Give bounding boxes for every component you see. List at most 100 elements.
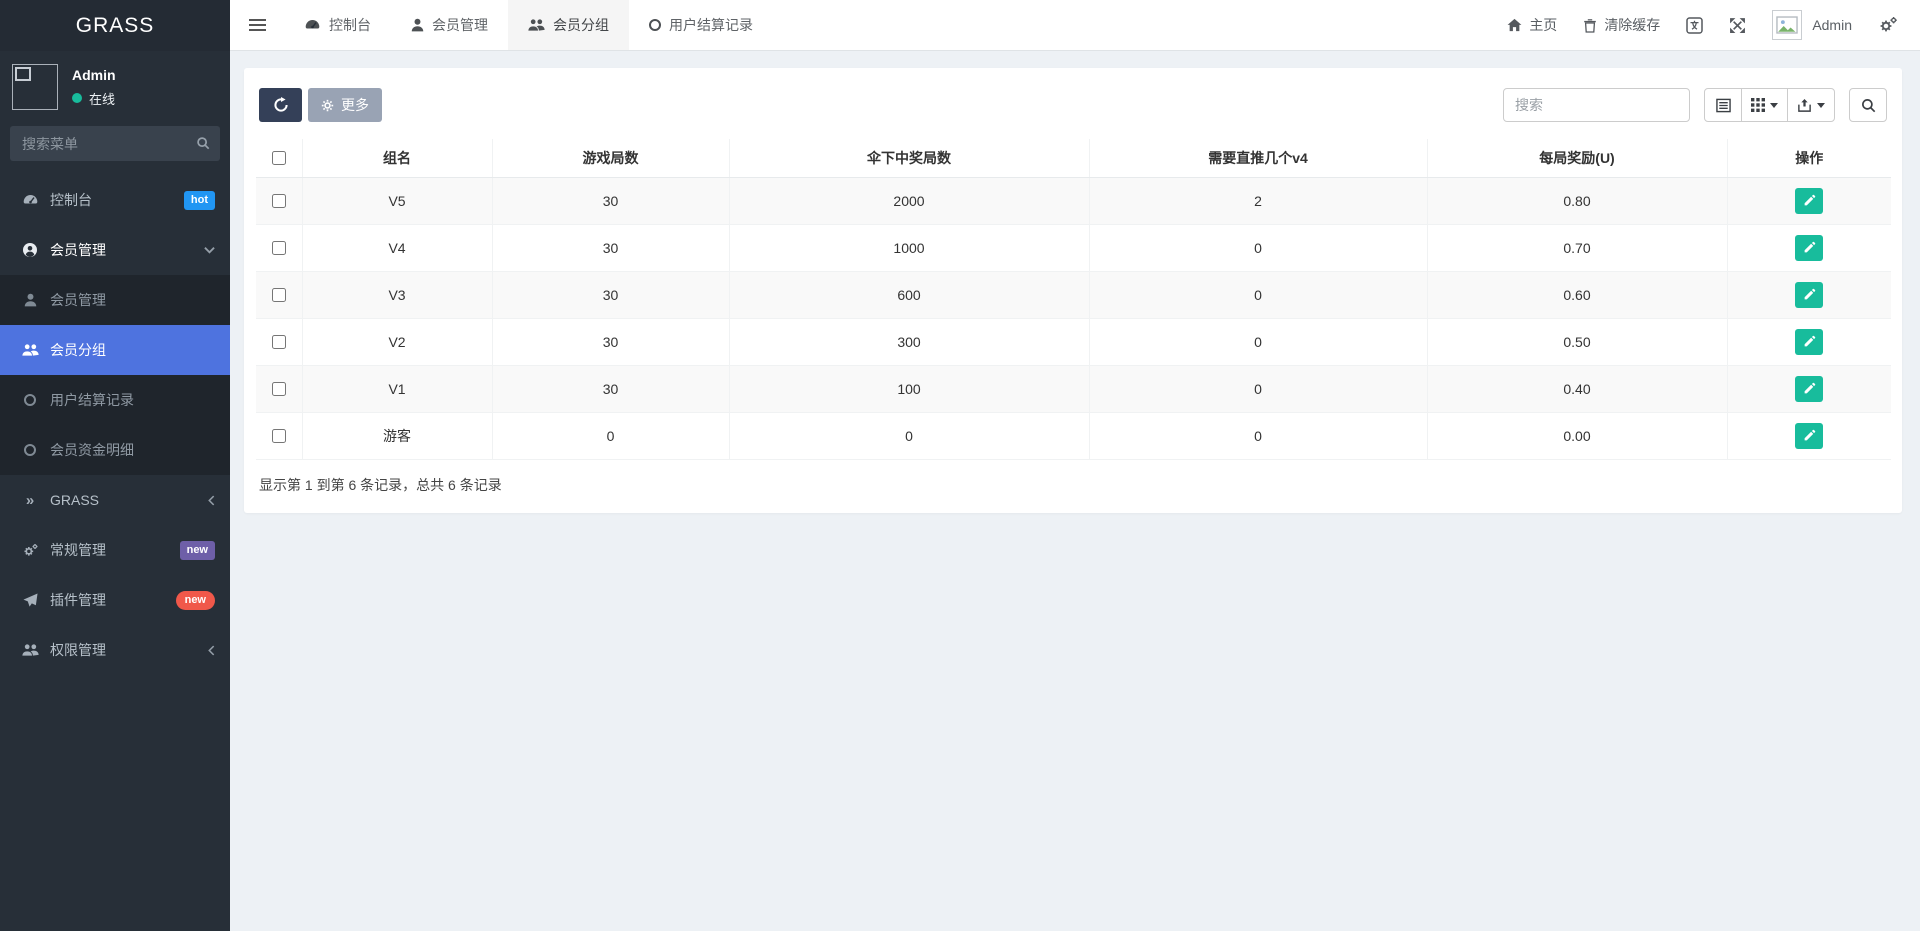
nav-clear-cache[interactable]: 清除缓存 — [1583, 15, 1660, 35]
table-cell: 0 — [1089, 318, 1427, 365]
fullscreen-icon[interactable] — [1729, 17, 1746, 34]
sidebar-item-label: 会员管理 — [50, 240, 106, 260]
more-button[interactable]: 更多 — [308, 88, 382, 122]
tab-member-group[interactable]: 会员分组 — [508, 0, 629, 50]
sidebar: GRASS Admin 在线 控制台hot会员管理会员管理会员分组用户结算记录会… — [0, 0, 230, 931]
search-toggle-button[interactable] — [1849, 88, 1887, 122]
row-select-cell — [256, 365, 302, 412]
toggle-view-button[interactable] — [1704, 88, 1742, 122]
grid-icon — [1751, 98, 1765, 112]
edit-button[interactable] — [1795, 329, 1823, 355]
table-row: V530200020.80 — [256, 177, 1891, 224]
table-cell: 0.50 — [1427, 318, 1727, 365]
table-cell: 300 — [729, 318, 1089, 365]
edit-button[interactable] — [1795, 423, 1823, 449]
trash-icon — [1583, 18, 1597, 33]
row-select-cell — [256, 177, 302, 224]
brand-logo: GRASS — [0, 0, 230, 51]
home-icon — [1507, 18, 1522, 32]
caret-down-icon — [1770, 103, 1778, 108]
avatar — [1772, 10, 1802, 40]
pencil-icon — [1803, 382, 1816, 395]
table-cell: 30 — [492, 318, 729, 365]
menu-search — [10, 126, 220, 161]
row-checkbox[interactable] — [272, 288, 286, 302]
gear-icon — [321, 99, 334, 112]
edit-button[interactable] — [1795, 235, 1823, 261]
row-actions-cell — [1727, 271, 1891, 318]
sidebar-item-member-group[interactable]: 会员分组 — [0, 325, 230, 375]
tab-label: 会员管理 — [432, 15, 488, 35]
table-cell: 30 — [492, 365, 729, 412]
row-checkbox[interactable] — [272, 241, 286, 255]
users-icon — [18, 343, 42, 357]
navbar-username: Admin — [1812, 17, 1852, 33]
tab-user-settlement-records[interactable]: 用户结算记录 — [629, 0, 773, 50]
table-view-button-group — [1704, 88, 1835, 122]
circle-o-icon — [649, 19, 661, 31]
user-circle-icon — [18, 242, 42, 258]
table-cell: 2000 — [729, 177, 1089, 224]
nav-clear-cache-label: 清除缓存 — [1604, 15, 1660, 35]
pencil-icon — [1803, 429, 1816, 442]
row-checkbox[interactable] — [272, 335, 286, 349]
export-button[interactable] — [1787, 88, 1835, 122]
table-cell: V1 — [302, 365, 492, 412]
toolbar: 更多 — [256, 88, 1890, 122]
sidebar-item-member-list[interactable]: 会员管理 — [0, 275, 230, 325]
tab-label: 控制台 — [329, 15, 371, 35]
edit-button[interactable] — [1795, 188, 1823, 214]
table-row: V13010000.40 — [256, 365, 1891, 412]
column-header: 游戏局数 — [492, 139, 729, 177]
language-icon[interactable] — [1686, 17, 1703, 34]
row-actions-cell — [1727, 224, 1891, 271]
columns-button[interactable] — [1741, 88, 1788, 122]
sidebar-item-member-fund-details[interactable]: 会员资金明细 — [0, 425, 230, 475]
row-actions-cell — [1727, 318, 1891, 365]
sidebar-item-dashboard[interactable]: 控制台hot — [0, 175, 230, 225]
sidebar-item-auth-management[interactable]: 权限管理 — [0, 625, 230, 675]
select-all-checkbox[interactable] — [272, 151, 286, 165]
row-select-cell — [256, 224, 302, 271]
sidebar-item-label: 用户结算记录 — [50, 390, 134, 410]
refresh-button[interactable] — [259, 88, 302, 122]
user-status-label: 在线 — [89, 89, 115, 108]
sidebar-item-addon-management[interactable]: 插件管理new — [0, 575, 230, 625]
sidebar-item-label: 常规管理 — [50, 540, 106, 560]
tab-dashboard[interactable]: 控制台 — [284, 0, 391, 50]
sidebar-item-general-management[interactable]: 常规管理 new — [0, 525, 230, 575]
table-cell: 0 — [1089, 412, 1427, 459]
menu-search-input[interactable] — [10, 126, 220, 161]
angle-double-right-icon: » — [18, 492, 42, 509]
table-cell: V4 — [302, 224, 492, 271]
user-panel: Admin 在线 — [0, 51, 230, 120]
toolbar-right — [1503, 88, 1887, 122]
sidebar-item-label: 会员资金明细 — [50, 440, 134, 460]
sidebar-item-label: 会员分组 — [50, 340, 106, 360]
nav-home[interactable]: 主页 — [1507, 15, 1557, 35]
edit-button[interactable] — [1795, 282, 1823, 308]
table-search-input[interactable] — [1503, 88, 1690, 122]
table-cell: V5 — [302, 177, 492, 224]
users-icon — [18, 643, 42, 657]
menu-toggle-icon[interactable] — [230, 0, 284, 50]
sidebar-item-member-management[interactable]: 会员管理 — [0, 225, 230, 275]
column-header: 伞下中奖局数 — [729, 139, 1089, 177]
sidebar-item-label: 插件管理 — [50, 590, 106, 610]
tab-member-list[interactable]: 会员管理 — [391, 0, 508, 50]
badge-new: new — [180, 541, 215, 560]
row-checkbox[interactable] — [272, 429, 286, 443]
row-checkbox[interactable] — [272, 382, 286, 396]
table-cell: 0 — [1089, 365, 1427, 412]
row-select-cell — [256, 318, 302, 365]
search-icon — [196, 136, 210, 150]
edit-button[interactable] — [1795, 376, 1823, 402]
table-cell: 100 — [729, 365, 1089, 412]
sidebar-item-grass[interactable]: »GRASS — [0, 475, 230, 525]
user-menu[interactable]: Admin — [1772, 10, 1852, 40]
circle-o-icon — [18, 394, 42, 406]
settings-gears-icon[interactable] — [1878, 16, 1898, 34]
sidebar-item-user-settlement-records[interactable]: 用户结算记录 — [0, 375, 230, 425]
user-icon — [411, 18, 424, 32]
row-checkbox[interactable] — [272, 194, 286, 208]
